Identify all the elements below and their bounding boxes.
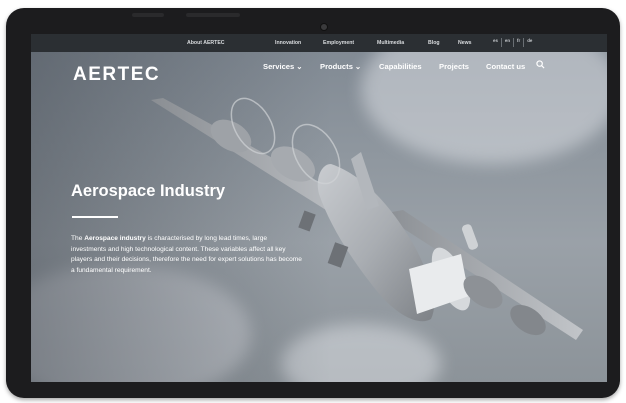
hero-description: The Aerospace industry is characterised … <box>71 234 303 276</box>
lang-de[interactable]: de <box>527 38 535 47</box>
chevron-down-icon: ⌄ <box>296 62 303 71</box>
utility-link-about[interactable]: About AERTEC <box>187 40 225 46</box>
lang-en[interactable]: en <box>505 38 515 47</box>
nav-projects[interactable]: Projects <box>439 62 469 71</box>
aertec-logo[interactable]: AERTEC <box>73 64 160 86</box>
chevron-down-icon: ⌄ <box>354 62 362 71</box>
nav-products[interactable]: Products ⌄ <box>320 62 361 71</box>
hero-text-prefix: The <box>71 235 85 242</box>
website-screen: About AERTEC Innovation Employment Multi… <box>31 34 607 382</box>
hero-text-bold: Aerospace industry <box>84 235 146 242</box>
lang-fr[interactable]: fr <box>517 38 525 47</box>
nav-contact-us[interactable]: Contact us <box>486 62 525 71</box>
utility-link-innovation[interactable]: Innovation <box>275 40 301 46</box>
hero-divider <box>72 216 118 218</box>
utility-link-blog[interactable]: Blog <box>428 40 440 46</box>
nav-services[interactable]: Services ⌄ <box>263 62 303 71</box>
hero-title: Aerospace Industry <box>71 182 226 200</box>
search-icon[interactable] <box>536 60 545 69</box>
lang-es[interactable]: es <box>493 38 502 47</box>
utility-bar: About AERTEC Innovation Employment Multi… <box>31 34 607 52</box>
utility-link-news[interactable]: News <box>458 40 472 46</box>
nav-services-label: Services <box>263 62 295 71</box>
airplane-image <box>151 97 583 340</box>
device-button <box>132 13 164 17</box>
camera-icon <box>320 23 328 31</box>
nav-capabilities[interactable]: Capabilities <box>379 62 422 71</box>
device-button <box>186 13 240 17</box>
utility-link-employment[interactable]: Employment <box>323 40 354 46</box>
nav-products-label: Products <box>320 62 353 71</box>
utility-link-multimedia[interactable]: Multimedia <box>377 40 404 46</box>
language-selector: es en fr de <box>493 38 535 47</box>
